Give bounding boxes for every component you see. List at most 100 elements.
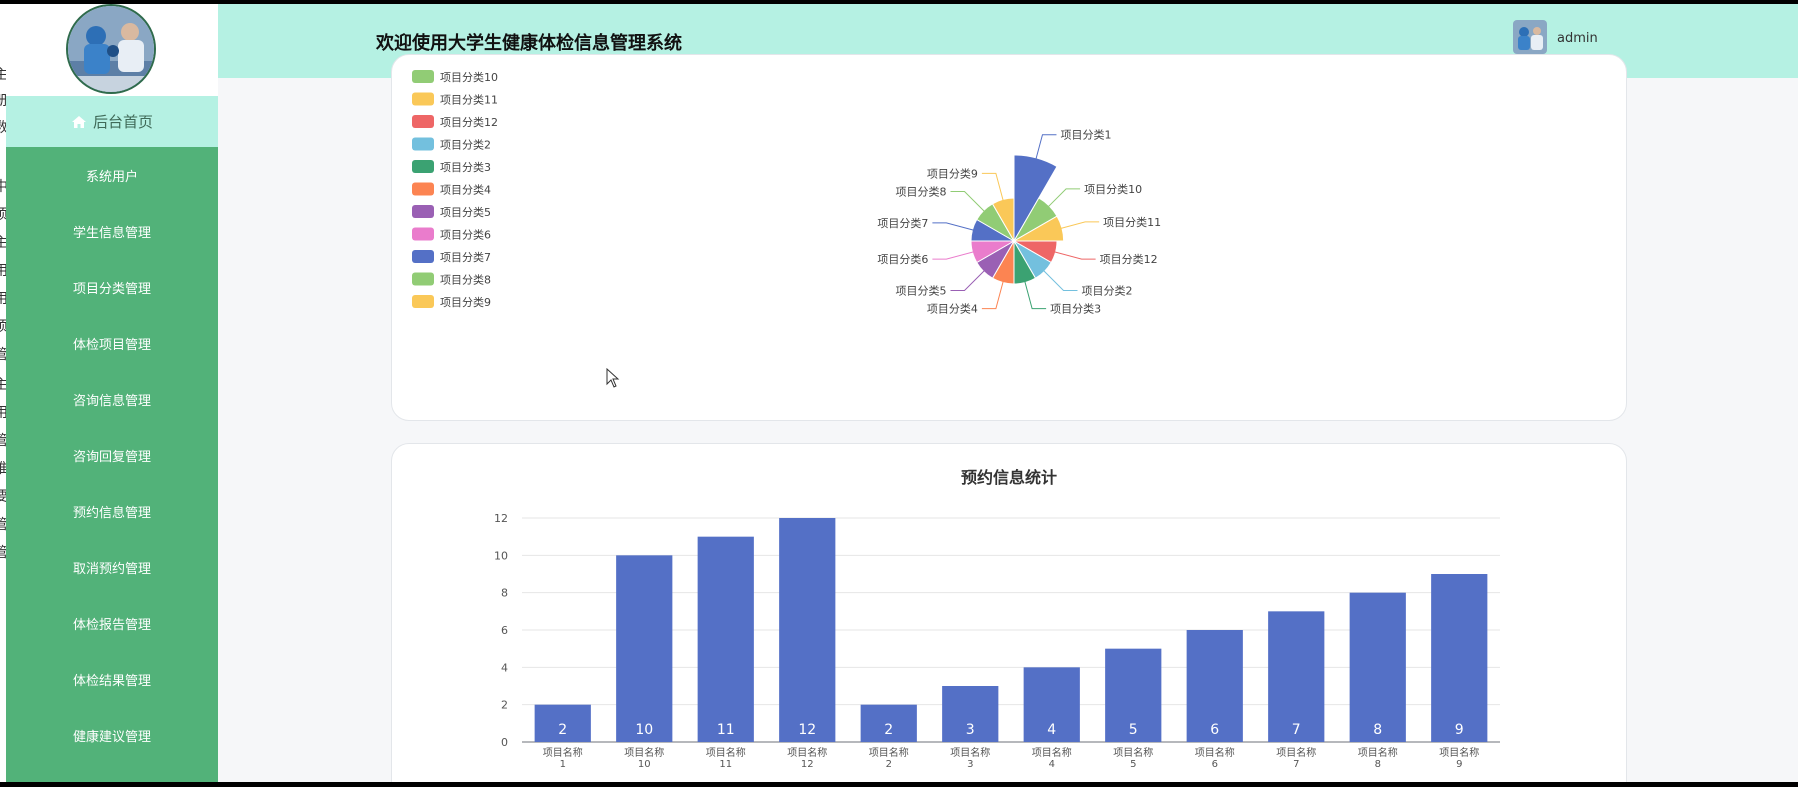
- sidebar-item[interactable]: 系统用户: [6, 147, 218, 203]
- pie-slice-label: 项目分类11: [1103, 215, 1161, 229]
- legend-label[interactable]: 项目分类4: [440, 183, 491, 197]
- legend-swatch[interactable]: [412, 160, 434, 173]
- category-pie-card: 项目分类10 项目分类11 项目分类12 项目分类2 项目分类3 项目分类4 项目分类5 项目…: [391, 54, 1627, 421]
- x-tick-label: 项目名称 1: [543, 746, 583, 770]
- sidebar-item[interactable]: 体检项目管理: [6, 315, 218, 371]
- bar[interactable]: [1431, 574, 1488, 742]
- pie-slice-label: 项目分类10: [1084, 182, 1142, 196]
- sidebar-item[interactable]: 咨询回复管理: [6, 427, 218, 483]
- bar-value-label: 10: [635, 722, 653, 738]
- sidebar-item[interactable]: 取消预约管理: [6, 539, 218, 595]
- legend-label[interactable]: 项目分类9: [440, 295, 491, 309]
- sidebar-item-home-label: 后台首页: [92, 113, 153, 131]
- x-tick-label: 项目名称 6: [1195, 746, 1235, 770]
- pie-label-line: [1042, 269, 1078, 291]
- legend-swatch[interactable]: [412, 272, 434, 286]
- y-tick-label: 6: [501, 624, 508, 637]
- legend-label[interactable]: 项目分类12: [440, 115, 498, 129]
- bar-value-label: 2: [884, 722, 893, 738]
- bar[interactable]: [779, 518, 836, 742]
- sidebar-item[interactable]: 体检报告管理: [6, 595, 218, 651]
- sidebar-item[interactable]: 健康建议管理: [6, 707, 218, 763]
- user-avatar[interactable]: [1513, 20, 1547, 54]
- sidebar-item[interactable]: 项目分类管理: [6, 259, 218, 315]
- pie-slice-label: 项目分类6: [877, 252, 928, 266]
- legend-swatch[interactable]: [412, 250, 434, 263]
- pie-slice-label: 项目分类8: [896, 185, 947, 199]
- legend-label[interactable]: 项目分类11: [440, 93, 498, 107]
- legend-swatch[interactable]: [412, 115, 434, 128]
- bar-value-label: 12: [798, 722, 816, 738]
- bar-value-label: 5: [1129, 722, 1138, 738]
- legend-swatch[interactable]: [412, 182, 434, 196]
- sidebar: 后台首页 系统用户 学生信息管理 项目分类管理 体检项目管理 咨询信息管理 咨询回复管理预…: [6, 4, 218, 782]
- sidebar-item[interactable]: 预约信息管理: [6, 483, 218, 539]
- bar-value-label: 6: [1210, 722, 1219, 738]
- y-tick-label: 12: [494, 512, 508, 525]
- bar[interactable]: [616, 555, 673, 742]
- pie-label-line: [1053, 251, 1096, 260]
- x-tick-label: 项目名称 11: [706, 746, 746, 770]
- pie-slice-label: 项目分类9: [927, 166, 978, 180]
- sidebar-menu: 系统用户 学生信息管理 项目分类管理 体检项目管理 咨询信息管理 咨询回复管理 预约信息管理…: [6, 147, 218, 763]
- pie-slice-label: 项目分类4: [927, 302, 978, 316]
- sidebar-avatar-area: [6, 4, 218, 96]
- pie-slice-label: 项目分类2: [1081, 283, 1132, 297]
- legend-label[interactable]: 项目分类3: [440, 160, 491, 174]
- legend-swatch[interactable]: [412, 295, 434, 308]
- legend-label[interactable]: 项目分类5: [440, 205, 491, 219]
- legend-swatch[interactable]: [412, 92, 434, 106]
- pie-label-line: [1059, 221, 1100, 230]
- avatar: [66, 4, 156, 94]
- x-tick-label: 项目名称 10: [624, 746, 664, 770]
- pie-slice-label: 项目分类5: [896, 283, 947, 297]
- sidebar-item[interactable]: 体检结果管理: [6, 651, 218, 707]
- bar-value-label: 9: [1455, 722, 1464, 738]
- x-tick-label: 项目名称 7: [1276, 746, 1316, 770]
- bar-value-label: 8: [1373, 722, 1382, 738]
- x-tick-label: 项目名称 12: [787, 746, 827, 770]
- pie-label-line: [932, 222, 975, 231]
- legend-label[interactable]: 项目分类10: [440, 70, 498, 84]
- y-tick-label: 8: [501, 587, 508, 600]
- legend-label[interactable]: 项目分类6: [440, 228, 491, 242]
- bar-value-label: 11: [717, 722, 735, 738]
- legend-swatch[interactable]: [412, 70, 434, 83]
- booking-bar-chart: 0 2 4 6 8 10 12 2 项目名称 1 10 项目名称 10 11 项目名称 11 12 项目名称 12 2…: [494, 512, 1500, 770]
- bar[interactable]: [1349, 592, 1406, 742]
- sidebar-item-home[interactable]: 后台首页: [6, 96, 218, 147]
- legend-swatch[interactable]: [412, 205, 434, 218]
- y-tick-label: 10: [494, 549, 508, 562]
- pie-label-line: [1047, 188, 1081, 208]
- x-tick-label: 项目名称 5: [1113, 746, 1153, 770]
- legend-swatch[interactable]: [412, 137, 434, 151]
- pie-label-line: [981, 280, 1004, 310]
- y-tick-label: 4: [501, 661, 508, 674]
- avatar-photo-icon: [68, 6, 154, 92]
- pie-label-line: [932, 251, 975, 260]
- pie-label-line: [1024, 280, 1047, 310]
- x-tick-label: 项目名称 8: [1358, 746, 1398, 770]
- legend-label[interactable]: 项目分类7: [440, 250, 491, 264]
- app-window: 后台首页 系统用户 学生信息管理 项目分类管理 体检项目管理 咨询信息管理 咨询回复管理预…: [6, 4, 1798, 782]
- pie-slice-label: 项目分类3: [1050, 302, 1101, 316]
- bar[interactable]: [697, 536, 754, 742]
- sidebar-item[interactable]: 咨询信息管理: [6, 371, 218, 427]
- bar-value-label: 7: [1292, 722, 1301, 738]
- pie-label-line: [981, 172, 1004, 202]
- user-avatar-photo-icon: [1513, 20, 1547, 54]
- bar-value-label: 3: [966, 722, 975, 738]
- bar-chart-title: 预约信息统计: [960, 468, 1057, 487]
- pie-label-line: [950, 269, 986, 291]
- legend-swatch[interactable]: [412, 227, 434, 241]
- legend-label[interactable]: 项目分类8: [440, 273, 491, 287]
- pie-slice-label: 项目分类7: [877, 216, 928, 230]
- username[interactable]: admin: [1557, 31, 1598, 46]
- pie-label-line: [950, 191, 986, 213]
- bar-value-label: 2: [558, 722, 567, 738]
- sidebar-item[interactable]: 学生信息管理: [6, 203, 218, 259]
- bar-value-label: 4: [1047, 722, 1056, 738]
- mouse-cursor-icon: [606, 368, 620, 388]
- legend-label[interactable]: 项目分类2: [440, 138, 491, 152]
- pie-slice-label: 项目分类12: [1100, 252, 1158, 266]
